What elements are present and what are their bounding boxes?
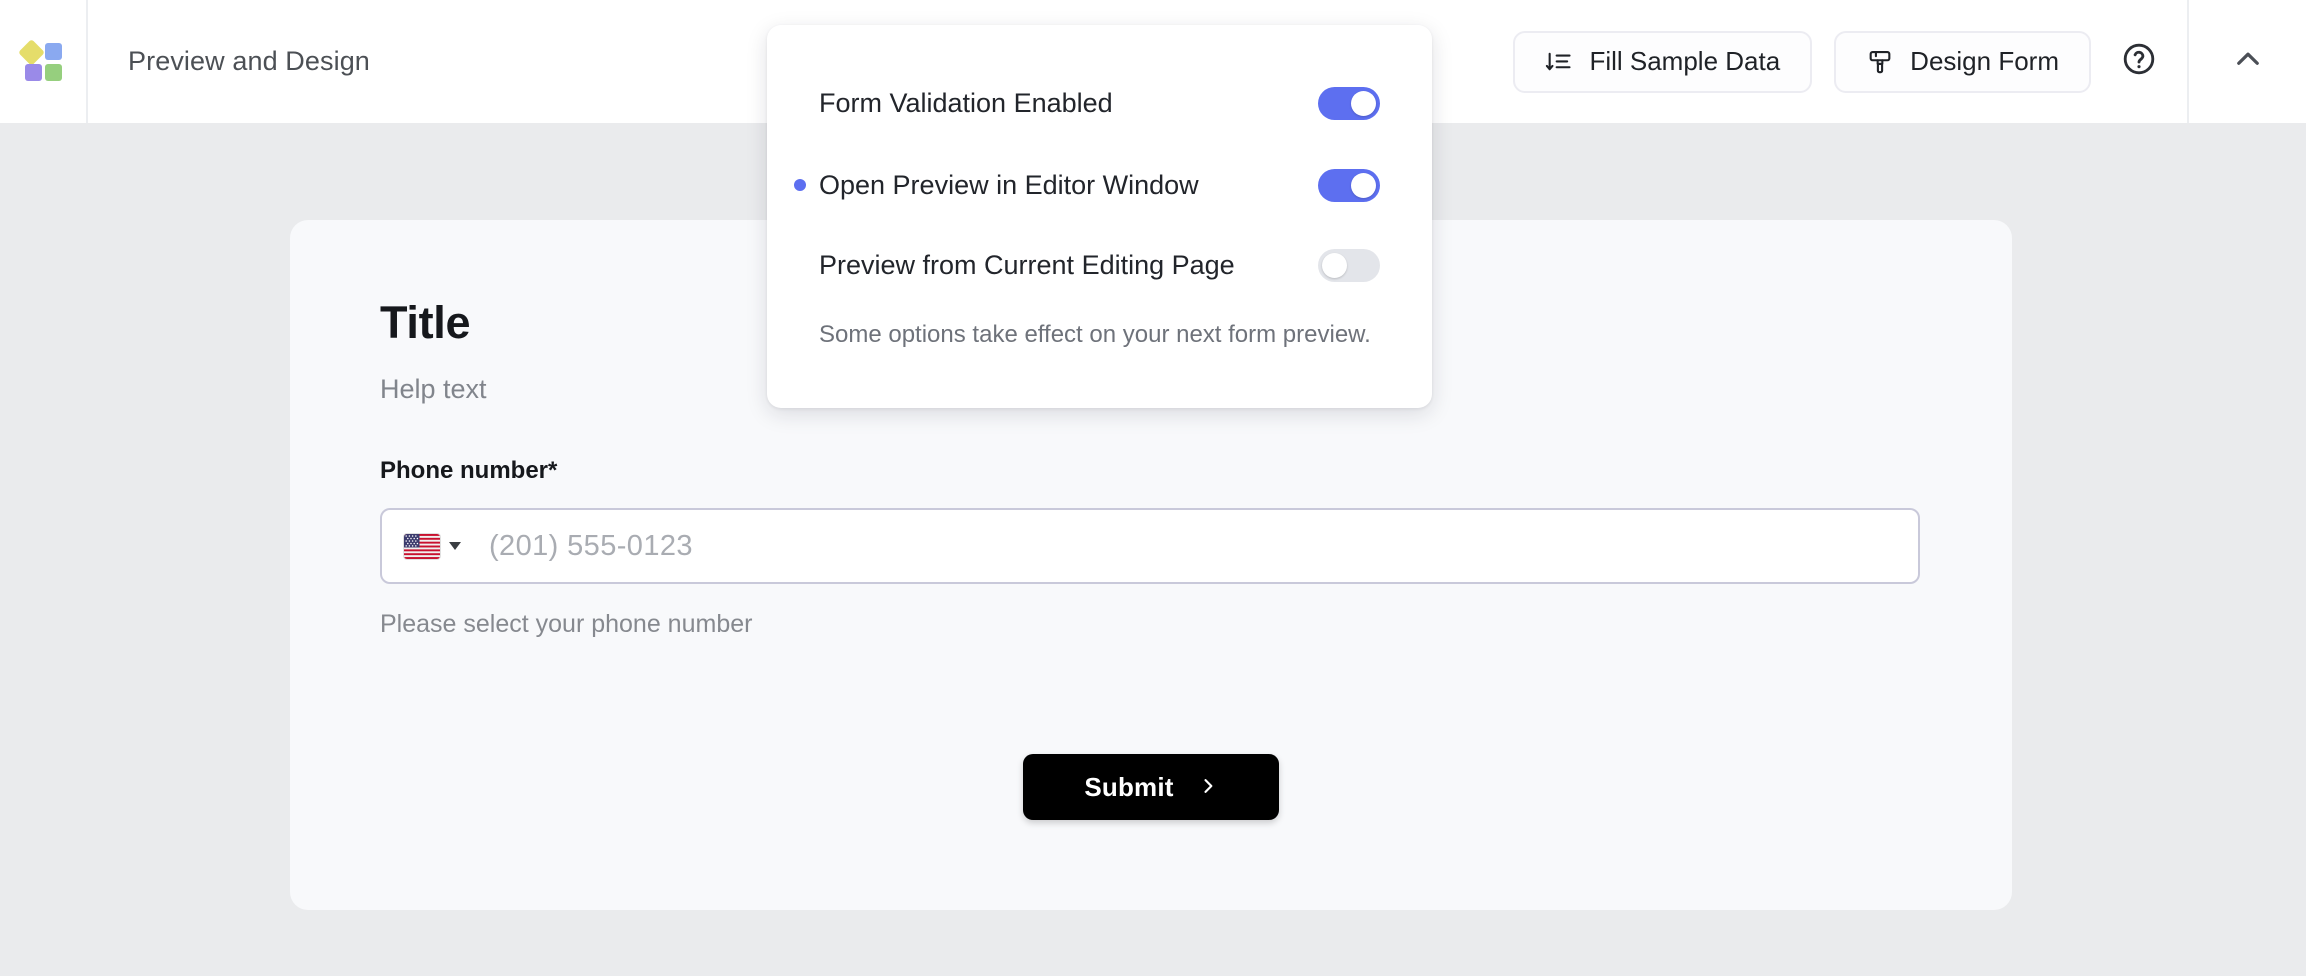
us-flag-icon — [404, 533, 440, 559]
submit-row: Submit — [290, 754, 2012, 820]
fill-sample-data-button[interactable]: Fill Sample Data — [1513, 30, 1813, 93]
logo-square-bottom-left — [25, 63, 42, 81]
phone-number-input-wrapper[interactable]: (201) 555-0123 — [380, 508, 1920, 584]
option-label-form-validation: Form Validation Enabled — [819, 87, 1113, 118]
active-option-bullet-icon — [794, 179, 806, 191]
chevron-up-icon — [2231, 42, 2265, 81]
toggle-form-validation[interactable] — [1318, 86, 1380, 120]
preview-options-popup: Form Validation Enabled Open Preview in … — [767, 25, 1432, 408]
toggle-knob — [1322, 252, 1347, 278]
toggle-knob — [1351, 172, 1376, 198]
sort-descending-icon — [1545, 48, 1573, 76]
toggle-open-preview-editor-window[interactable] — [1318, 168, 1380, 202]
logo-square-top-right — [45, 42, 62, 60]
option-label-open-preview-editor-window: Open Preview in Editor Window — [794, 169, 1199, 201]
chevron-right-icon — [1198, 772, 1218, 803]
caret-down-icon — [449, 542, 461, 550]
app-logo[interactable] — [0, 0, 88, 123]
phone-field-label: Phone number* — [380, 457, 558, 484]
header-actions: Fill Sample Data Design Form — [1513, 0, 2306, 123]
option-row-form-validation[interactable]: Form Validation Enabled — [819, 77, 1380, 129]
logo-diamond-shape — [18, 38, 45, 66]
toggle-preview-current-editing-page[interactable] — [1318, 248, 1380, 282]
toggle-knob — [1351, 90, 1376, 116]
phone-field-error: Please select your phone number — [380, 610, 753, 638]
collapse-panel-button[interactable] — [2189, 0, 2306, 123]
fill-sample-data-label: Fill Sample Data — [1589, 46, 1781, 76]
option-row-preview-current-editing-page[interactable]: Preview from Current Editing Page — [819, 239, 1380, 291]
popup-note: Some options take effect on your next fo… — [819, 321, 1371, 348]
submit-button-label: Submit — [1084, 771, 1174, 802]
submit-button[interactable]: Submit — [1023, 754, 1279, 820]
logo-square-bottom-right — [45, 63, 62, 81]
option-row-open-preview-editor-window[interactable]: Open Preview in Editor Window — [794, 159, 1380, 211]
option-text: Open Preview in Editor Window — [819, 169, 1199, 200]
design-form-button[interactable]: Design Form — [1834, 30, 2091, 93]
help-button[interactable] — [2091, 0, 2187, 123]
option-label-preview-current-editing-page: Preview from Current Editing Page — [819, 249, 1235, 280]
country-selector[interactable] — [404, 533, 461, 559]
app-logo-blocks-icon — [18, 38, 64, 82]
design-form-label: Design Form — [1910, 46, 2059, 76]
help-circle-icon — [2121, 41, 2157, 82]
paint-brush-icon — [1866, 48, 1894, 76]
page-title: Preview and Design — [128, 46, 370, 76]
phone-number-input[interactable]: (201) 555-0123 — [489, 530, 693, 563]
